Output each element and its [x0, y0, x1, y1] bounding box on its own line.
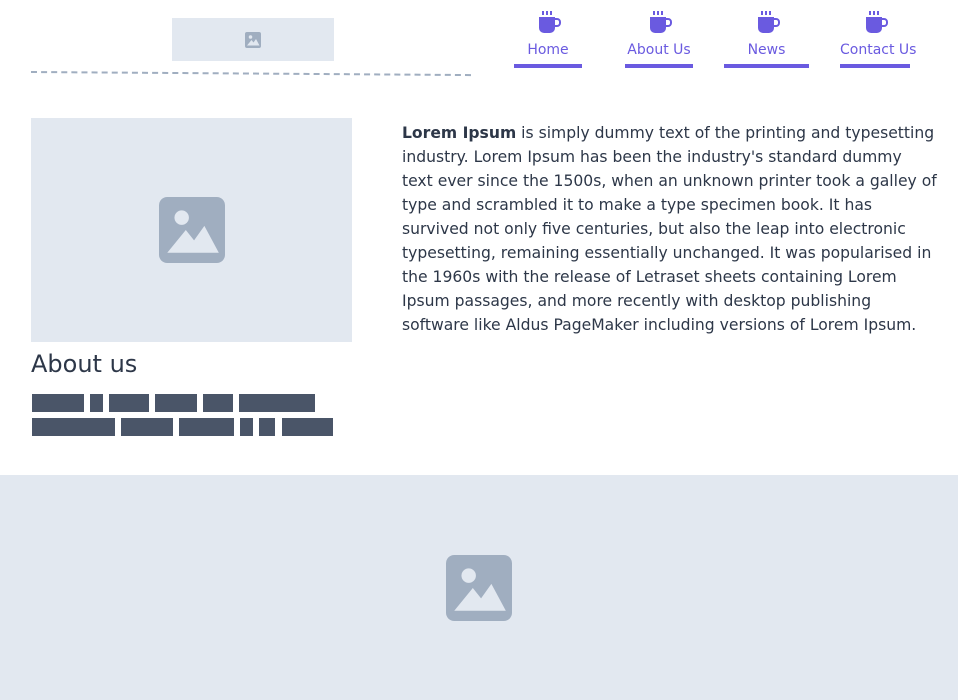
- nav-item-home[interactable]: Home: [514, 8, 582, 68]
- about-body-text: Lorem Ipsum is simply dummy text of the …: [402, 121, 937, 337]
- redacted-word: [259, 418, 275, 436]
- redacted-word: [90, 394, 103, 412]
- nav-item-contact-us[interactable]: Contact Us: [840, 8, 917, 68]
- coffee-cup-icon: [757, 11, 780, 33]
- header-divider: [30, 71, 471, 77]
- redacted-text-placeholder: [32, 394, 352, 442]
- redacted-word: [282, 418, 333, 436]
- banner-image-placeholder: [0, 475, 958, 700]
- nav-item-news[interactable]: News: [724, 8, 809, 68]
- body-text-content: is simply dummy text of the printing and…: [402, 124, 937, 334]
- redacted-line: [32, 394, 352, 412]
- redacted-word: [32, 418, 115, 436]
- nav-label: About Us: [627, 42, 691, 58]
- redacted-word: [121, 418, 173, 436]
- redacted-word: [203, 394, 233, 412]
- nav-underline: [724, 64, 809, 68]
- coffee-cup-icon: [866, 11, 888, 33]
- coffee-cup-icon: [650, 11, 672, 33]
- body-text-emphasis: Lorem Ipsum: [402, 124, 517, 142]
- logo-placeholder[interactable]: [172, 18, 334, 61]
- redacted-word: [155, 394, 197, 412]
- nav-label: Contact Us: [840, 42, 917, 58]
- nav-underline: [840, 64, 910, 68]
- about-image-placeholder: [31, 118, 352, 342]
- nav-underline: [514, 64, 582, 68]
- image-placeholder-icon: [446, 554, 512, 621]
- about-heading: About us: [31, 350, 138, 378]
- redacted-word: [239, 394, 315, 412]
- redacted-word: [109, 394, 149, 412]
- image-placeholder-icon: [158, 197, 225, 263]
- image-placeholder-icon: [245, 31, 261, 48]
- nav-underline: [625, 64, 693, 68]
- nav-label: Home: [527, 42, 569, 58]
- redacted-word: [32, 394, 84, 412]
- redacted-word: [240, 418, 253, 436]
- coffee-cup-icon: [539, 11, 561, 33]
- nav-label: News: [747, 42, 786, 58]
- nav-item-about-us[interactable]: About Us: [625, 8, 693, 68]
- redacted-line: [32, 418, 352, 436]
- redacted-word: [179, 418, 234, 436]
